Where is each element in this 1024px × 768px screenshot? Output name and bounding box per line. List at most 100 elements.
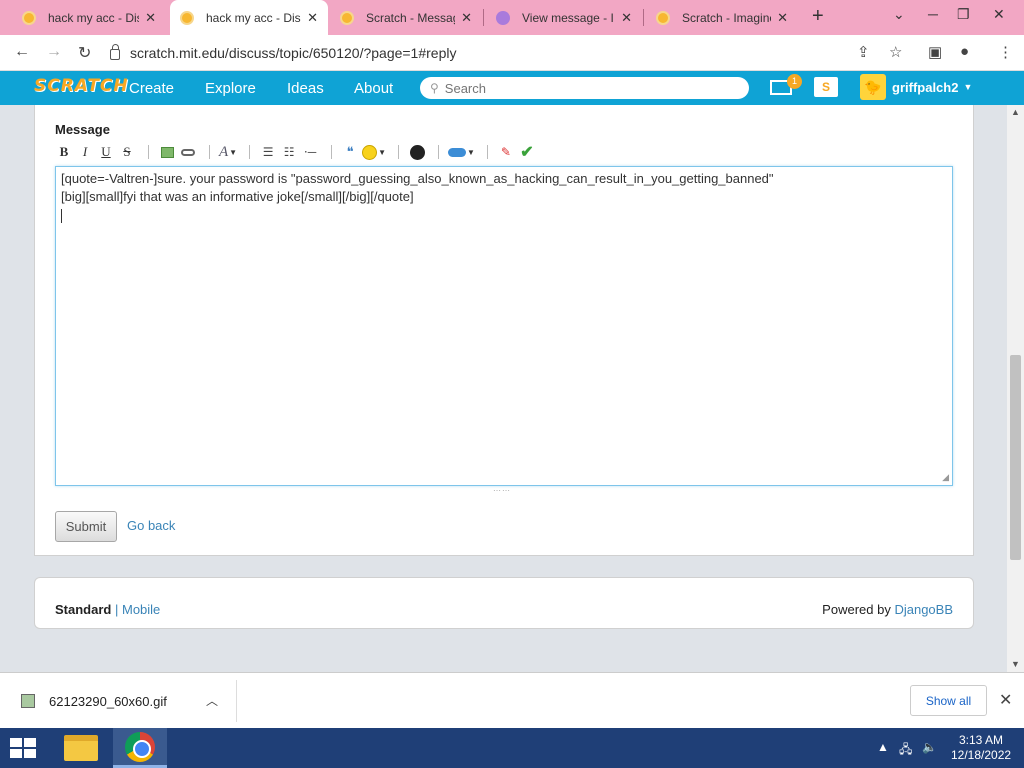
list-item-button[interactable]: ⋅─ bbox=[301, 143, 319, 161]
bold-button[interactable]: B bbox=[55, 143, 73, 161]
download-divider bbox=[236, 680, 237, 722]
djangobb-link[interactable]: DjangoBB bbox=[894, 602, 953, 617]
system-clock[interactable]: 3:13 AM 12/18/2022 bbox=[951, 733, 1011, 763]
download-bar: 62123290_60x60.gif ︿ Show all ✕ bbox=[0, 672, 1024, 728]
search-box[interactable]: ⚲ bbox=[420, 77, 749, 99]
scroll-down-icon[interactable]: ▼ bbox=[1011, 659, 1020, 669]
browser-tab-2-active[interactable]: hack my acc - Dis ✕ bbox=[170, 0, 328, 35]
forward-icon[interactable]: → bbox=[46, 43, 62, 61]
underline-button[interactable]: U bbox=[97, 143, 115, 161]
image-button[interactable] bbox=[158, 143, 176, 161]
tab-title: Scratch - Imagine bbox=[682, 10, 772, 25]
toolbar-divider bbox=[148, 145, 149, 159]
quote-button[interactable]: ❝ bbox=[341, 143, 359, 161]
smiley-icon bbox=[362, 144, 378, 160]
bulleted-list-button[interactable]: ☰ bbox=[259, 143, 277, 161]
tray-expand-icon[interactable]: ▲ bbox=[877, 740, 889, 754]
username: griffpalch2 bbox=[892, 79, 959, 95]
browser-tab-5[interactable]: Scratch - Imagine ✕ bbox=[646, 0, 798, 35]
close-tab-icon[interactable]: ✕ bbox=[461, 10, 472, 26]
picture-icon bbox=[160, 146, 174, 158]
toolbar-divider bbox=[486, 145, 488, 159]
strikethrough-button[interactable]: S bbox=[118, 143, 136, 161]
volume-icon[interactable]: 🔈 bbox=[922, 740, 937, 754]
go-back-link[interactable]: Go back bbox=[127, 518, 175, 533]
nav-ideas[interactable]: Ideas bbox=[287, 80, 324, 97]
address-bar[interactable]: scratch.mit.edu/discuss/topic/650120/?pa… bbox=[110, 40, 845, 66]
dropdown-arrow-icon: ▼ bbox=[229, 147, 238, 157]
scratch-cat-icon bbox=[656, 10, 670, 25]
tab-title: Scratch - Messag bbox=[366, 10, 456, 25]
search-input[interactable] bbox=[444, 80, 725, 96]
menu-icon[interactable]: ⋮ bbox=[998, 43, 1013, 61]
network-icon[interactable]: 🖧 bbox=[899, 740, 912, 761]
close-tab-icon[interactable]: ✕ bbox=[777, 10, 788, 26]
language-button[interactable] bbox=[408, 143, 426, 161]
chrome-taskbar-button[interactable] bbox=[113, 728, 167, 768]
my-stuff-icon[interactable]: S bbox=[814, 77, 838, 97]
restore-icon[interactable]: ❐ bbox=[957, 6, 970, 23]
show-all-button[interactable]: Show all bbox=[910, 685, 987, 716]
reload-icon[interactable]: ↻ bbox=[78, 43, 91, 63]
blocks-icon bbox=[448, 147, 467, 157]
minimize-icon[interactable]: ─ bbox=[928, 6, 938, 22]
scrollbar-thumb[interactable] bbox=[1010, 355, 1021, 560]
browser-tab-3[interactable]: Scratch - Messag ✕ bbox=[330, 0, 482, 35]
mobile-view-link[interactable]: Mobile bbox=[122, 602, 160, 617]
submit-button[interactable]: Submit bbox=[55, 511, 117, 542]
smiley-button[interactable]: ▼ bbox=[362, 143, 386, 161]
profile-icon[interactable]: ● bbox=[960, 43, 969, 60]
tab-title: hack my acc - Dis bbox=[206, 10, 301, 25]
scratch-navbar: SCRATCH Create Explore Ideas About ⚲ 1 S… bbox=[0, 71, 1024, 105]
windows-taskbar: ▲ 🖧 🔈 3:13 AM 12/18/2022 bbox=[0, 728, 1024, 768]
preview-check-button[interactable]: ✔ bbox=[518, 143, 536, 161]
bookmark-star-icon[interactable]: ☆ bbox=[889, 43, 902, 61]
download-filename[interactable]: 62123290_60x60.gif bbox=[49, 694, 167, 709]
nav-explore[interactable]: Explore bbox=[205, 80, 256, 97]
tab-separator bbox=[643, 9, 644, 26]
browser-toolbar: ← → ↻ scratch.mit.edu/discuss/topic/6501… bbox=[0, 35, 1024, 71]
view-separator: | bbox=[114, 602, 119, 617]
font-size-button[interactable]: A ▼ bbox=[219, 143, 237, 161]
italic-button[interactable]: I bbox=[76, 143, 94, 161]
editor-toolbar: B I U S A ▼ ☰ ☷ ⋅─ ❝ ▼ ▼ ✎ ✔ bbox=[55, 142, 539, 162]
tab-title: View message - I bbox=[522, 10, 614, 25]
close-tab-icon[interactable]: ✕ bbox=[145, 10, 156, 26]
side-panel-icon[interactable]: ▣ bbox=[928, 43, 942, 61]
message-textarea[interactable]: [quote=-Valtren-]sure. your password is … bbox=[55, 166, 953, 486]
file-explorer-icon[interactable] bbox=[64, 735, 98, 761]
dropdown-arrow-icon: ▼ bbox=[467, 147, 475, 157]
new-tab-icon[interactable]: + bbox=[812, 5, 824, 28]
tab-search-icon[interactable]: ⌄ bbox=[893, 6, 905, 23]
clean-button[interactable]: ✎ bbox=[497, 143, 515, 161]
scratchblocks-button[interactable]: ▼ bbox=[448, 143, 475, 161]
clock-time: 3:13 AM bbox=[958, 733, 1004, 747]
browser-tab-1[interactable]: hack my acc - Dis ✕ bbox=[12, 0, 166, 35]
back-icon[interactable]: ← bbox=[14, 43, 30, 61]
resize-corner-icon[interactable]: ◢ bbox=[942, 472, 949, 483]
reply-form: Message B I U S A ▼ ☰ ☷ ⋅─ ❝ ▼ ▼ ✎ ✔ [qu… bbox=[34, 105, 974, 556]
scroll-up-icon[interactable]: ▲ bbox=[1011, 107, 1020, 117]
close-tab-icon[interactable]: ✕ bbox=[621, 10, 632, 26]
link-button[interactable] bbox=[179, 143, 197, 161]
avatar: 🐤 bbox=[860, 74, 886, 100]
chevron-up-icon[interactable]: ︿ bbox=[206, 692, 218, 709]
close-tab-icon[interactable]: ✕ bbox=[307, 10, 318, 26]
nav-create[interactable]: Create bbox=[129, 80, 174, 97]
resize-grip[interactable]: ⋯⋯ bbox=[493, 486, 511, 495]
start-icon[interactable] bbox=[10, 738, 37, 759]
scratch-cat-icon bbox=[180, 10, 194, 25]
text-line: [big][small]fyi that was an informative … bbox=[61, 189, 414, 204]
nav-about[interactable]: About bbox=[354, 80, 393, 97]
share-icon[interactable]: ⇪ bbox=[857, 43, 870, 61]
cursor-line bbox=[61, 206, 947, 224]
browser-tab-4[interactable]: View message - I ✕ bbox=[486, 0, 642, 35]
numbered-list-button[interactable]: ☷ bbox=[280, 143, 298, 161]
message-label: Message bbox=[55, 122, 110, 137]
page-scrollbar[interactable]: ▲ ▼ bbox=[1007, 105, 1024, 672]
account-menu[interactable]: 🐤 griffpalch2 ▼ bbox=[860, 74, 972, 100]
close-icon[interactable]: ✕ bbox=[999, 690, 1012, 710]
scratch-logo[interactable]: SCRATCH bbox=[34, 76, 129, 96]
close-window-icon[interactable]: ✕ bbox=[993, 6, 1005, 23]
url-text[interactable]: scratch.mit.edu/discuss/topic/650120/?pa… bbox=[130, 45, 456, 61]
